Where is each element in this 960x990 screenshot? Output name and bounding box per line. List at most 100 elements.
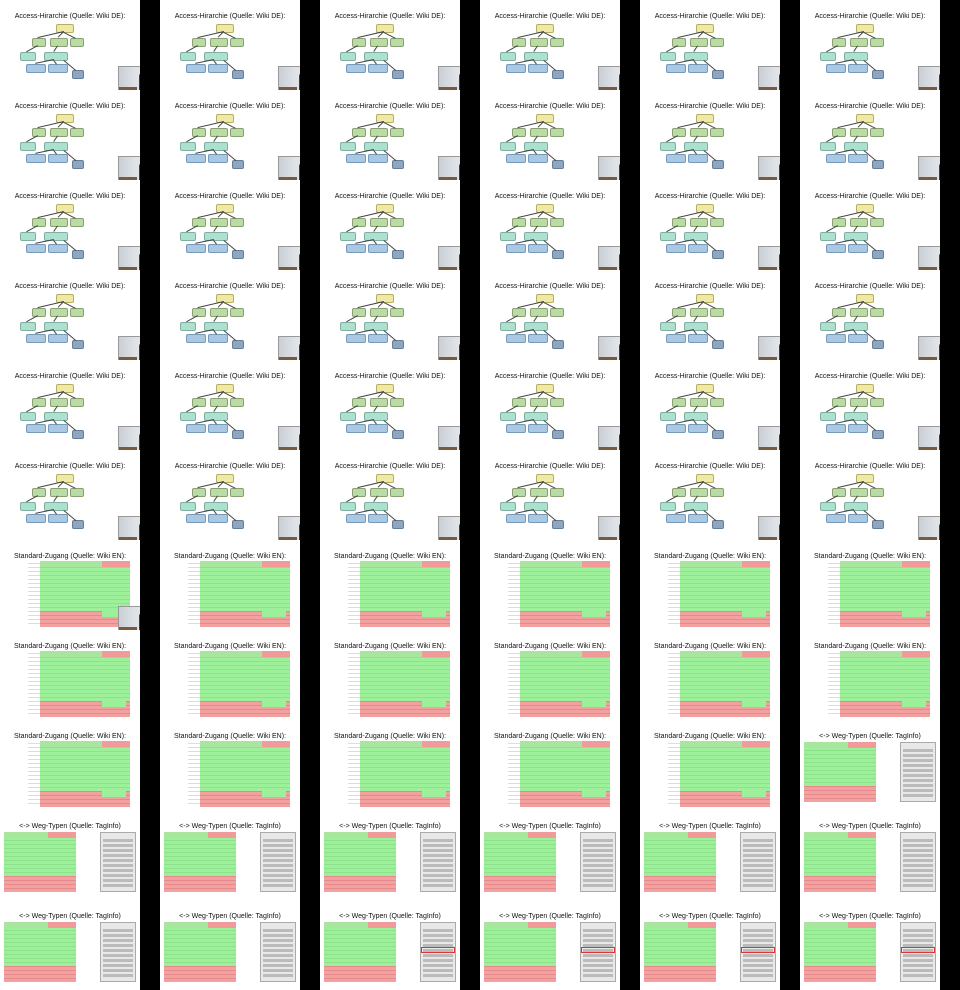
taginfo-row bbox=[263, 849, 293, 852]
slide-thumbnail[interactable]: Access-Hirarchie (Quelle: Wiki DE): bbox=[480, 360, 620, 450]
slide-title: Standard-Zugang (Quelle: Wiki EN): bbox=[653, 553, 767, 560]
speaker-webcam-inset bbox=[118, 66, 140, 90]
slide-thumbnail[interactable]: Access-Hirarchie (Quelle: Wiki DE): bbox=[480, 0, 620, 90]
default-access-table bbox=[188, 741, 290, 807]
slide-thumbnail[interactable]: Access-Hirarchie (Quelle: Wiki DE): bbox=[320, 0, 460, 90]
slide-thumbnail[interactable]: Access-Hirarchie (Quelle: Wiki DE): bbox=[800, 0, 940, 90]
slide-thumbnail[interactable]: Access-Hirarchie (Quelle: Wiki DE): bbox=[800, 360, 940, 450]
node-horse bbox=[340, 142, 356, 151]
slide-thumbnail[interactable]: Standard-Zugang (Quelle: Wiki EN): bbox=[0, 630, 140, 720]
taginfo-row bbox=[743, 934, 773, 937]
node-vehicle bbox=[690, 128, 708, 137]
slide-thumbnail[interactable]: Standard-Zugang (Quelle: Wiki EN): bbox=[320, 720, 460, 810]
slide-thumbnail[interactable]: Standard-Zugang (Quelle: Wiki EN): bbox=[0, 720, 140, 810]
slide-thumbnail[interactable]: Standard-Zugang (Quelle: Wiki EN): bbox=[640, 540, 780, 630]
slide-thumbnail[interactable]: Access-Hirarchie (Quelle: Wiki DE): bbox=[160, 180, 300, 270]
node-bicycle bbox=[390, 488, 404, 497]
slide-thumbnail[interactable]: Access-Hirarchie (Quelle: Wiki DE): bbox=[640, 270, 780, 360]
slide-thumbnail[interactable]: Access-Hirarchie (Quelle: Wiki DE): bbox=[640, 0, 780, 90]
slide-thumbnail[interactable]: Access-Hirarchie (Quelle: Wiki DE): bbox=[800, 450, 940, 540]
slide-title: Standard-Zugang (Quelle: Wiki EN): bbox=[333, 733, 447, 740]
default-access-table bbox=[828, 561, 930, 627]
slide-thumbnail[interactable]: Access-Hirarchie (Quelle: Wiki DE): bbox=[160, 0, 300, 90]
slide-thumbnail[interactable]: Access-Hirarchie (Quelle: Wiki DE): bbox=[320, 360, 460, 450]
default-access-table bbox=[804, 742, 876, 802]
slide-thumbnail[interactable]: <-> Weg-Typen (Quelle: TagInfo) bbox=[0, 810, 140, 900]
slide-thumbnail[interactable]: <-> Weg-Typen (Quelle: TagInfo) bbox=[320, 810, 460, 900]
node-bicycle bbox=[870, 308, 884, 317]
slide-thumbnail[interactable]: Access-Hirarchie (Quelle: Wiki DE): bbox=[160, 450, 300, 540]
node-hgv bbox=[392, 160, 404, 169]
speaker-webcam-inset bbox=[118, 426, 140, 450]
slide-thumbnail[interactable]: <-> Weg-Typen (Quelle: TagInfo) bbox=[800, 810, 940, 900]
slide-thumbnail[interactable]: Access-Hirarchie (Quelle: Wiki DE): bbox=[0, 90, 140, 180]
slide-thumbnail[interactable]: Standard-Zugang (Quelle: Wiki EN): bbox=[800, 630, 940, 720]
slide-thumbnail[interactable]: Access-Hirarchie (Quelle: Wiki DE): bbox=[640, 450, 780, 540]
slide-thumbnail[interactable]: Standard-Zugang (Quelle: Wiki EN): bbox=[160, 540, 300, 630]
slide-thumbnail[interactable]: Access-Hirarchie (Quelle: Wiki DE): bbox=[0, 0, 140, 90]
slide-thumbnail[interactable]: Standard-Zugang (Quelle: Wiki EN): bbox=[320, 630, 460, 720]
slide-thumbnail[interactable]: Standard-Zugang (Quelle: Wiki EN): bbox=[0, 540, 140, 630]
slide-thumbnail[interactable]: Standard-Zugang (Quelle: Wiki EN): bbox=[800, 540, 940, 630]
slide-thumbnail[interactable]: Access-Hirarchie (Quelle: Wiki DE): bbox=[640, 360, 780, 450]
slide-thumbnail[interactable]: Access-Hirarchie (Quelle: Wiki DE): bbox=[0, 450, 140, 540]
slide-thumbnail[interactable]: <-> Weg-Typen (Quelle: TagInfo) bbox=[640, 900, 780, 990]
slide-thumbnail[interactable]: <-> Weg-Typen (Quelle: TagInfo) bbox=[800, 720, 940, 810]
slide-thumbnail[interactable]: Standard-Zugang (Quelle: Wiki EN): bbox=[320, 540, 460, 630]
slide-thumbnail[interactable]: Access-Hirarchie (Quelle: Wiki DE): bbox=[0, 270, 140, 360]
slide-thumbnail[interactable]: Access-Hirarchie (Quelle: Wiki DE): bbox=[800, 270, 940, 360]
node-motorcycle bbox=[26, 424, 46, 433]
slide-thumbnail[interactable]: Access-Hirarchie (Quelle: Wiki DE): bbox=[320, 90, 460, 180]
slide-thumbnail[interactable]: Access-Hirarchie (Quelle: Wiki DE): bbox=[0, 180, 140, 270]
slide-thumbnail[interactable]: Access-Hirarchie (Quelle: Wiki DE): bbox=[480, 90, 620, 180]
denied-cells bbox=[164, 876, 236, 892]
allowed-cells bbox=[164, 928, 236, 966]
node-motorcycle bbox=[26, 334, 46, 343]
taginfo-row bbox=[903, 959, 933, 962]
slide-thumbnail[interactable]: <-> Weg-Typen (Quelle: TagInfo) bbox=[0, 900, 140, 990]
slide-thumbnail[interactable]: Standard-Zugang (Quelle: Wiki EN): bbox=[160, 720, 300, 810]
slide-thumbnail[interactable]: Access-Hirarchie (Quelle: Wiki DE): bbox=[480, 270, 620, 360]
slide-thumbnail[interactable]: Standard-Zugang (Quelle: Wiki EN): bbox=[480, 540, 620, 630]
node-hgv bbox=[872, 70, 884, 79]
node-hgv bbox=[872, 430, 884, 439]
taginfo-panel bbox=[420, 832, 456, 892]
speaker-figure bbox=[139, 73, 140, 90]
slide-thumbnail[interactable]: Access-Hirarchie (Quelle: Wiki DE): bbox=[160, 360, 300, 450]
slide-thumbnail[interactable]: <-> Weg-Typen (Quelle: TagInfo) bbox=[800, 900, 940, 990]
slide-thumbnail[interactable]: Access-Hirarchie (Quelle: Wiki DE): bbox=[640, 90, 780, 180]
slide-thumbnail[interactable]: Access-Hirarchie (Quelle: Wiki DE): bbox=[320, 180, 460, 270]
slide-thumbnail[interactable]: Access-Hirarchie (Quelle: Wiki DE): bbox=[0, 360, 140, 450]
slide-thumbnail[interactable]: Standard-Zugang (Quelle: Wiki EN): bbox=[480, 630, 620, 720]
slide-thumbnail[interactable]: Standard-Zugang (Quelle: Wiki EN): bbox=[640, 630, 780, 720]
node-motorcar bbox=[688, 424, 708, 433]
denied-cells bbox=[484, 966, 556, 982]
slide-thumbnail[interactable]: Standard-Zugang (Quelle: Wiki EN): bbox=[640, 720, 780, 810]
speaker-webcam-inset bbox=[598, 426, 620, 450]
slide-thumbnail[interactable]: Access-Hirarchie (Quelle: Wiki DE): bbox=[800, 180, 940, 270]
slide-title: <-> Weg-Typen (Quelle: TagInfo) bbox=[819, 733, 921, 740]
slide-thumbnail[interactable]: <-> Weg-Typen (Quelle: TagInfo) bbox=[480, 900, 620, 990]
node-motorcar bbox=[528, 244, 548, 253]
slide-thumbnail[interactable]: Standard-Zugang (Quelle: Wiki EN): bbox=[480, 720, 620, 810]
allowed-cells bbox=[644, 928, 716, 966]
slide-thumbnail[interactable]: <-> Weg-Typen (Quelle: TagInfo) bbox=[320, 900, 460, 990]
slide-thumbnail[interactable]: Access-Hirarchie (Quelle: Wiki DE): bbox=[160, 270, 300, 360]
slide-thumbnail[interactable]: Access-Hirarchie (Quelle: Wiki DE): bbox=[800, 90, 940, 180]
slide-thumbnail[interactable]: Access-Hirarchie (Quelle: Wiki DE): bbox=[320, 270, 460, 360]
slide-thumbnail[interactable]: Access-Hirarchie (Quelle: Wiki DE): bbox=[160, 90, 300, 180]
slide-thumbnail[interactable]: <-> Weg-Typen (Quelle: TagInfo) bbox=[160, 900, 300, 990]
slide-thumbnail[interactable]: Access-Hirarchie (Quelle: Wiki DE): bbox=[320, 450, 460, 540]
slide-thumbnail[interactable]: <-> Weg-Typen (Quelle: TagInfo) bbox=[160, 810, 300, 900]
slide-thumbnail[interactable]: <-> Weg-Typen (Quelle: TagInfo) bbox=[480, 810, 620, 900]
slide-thumbnail[interactable]: Access-Hirarchie (Quelle: Wiki DE): bbox=[640, 180, 780, 270]
slide-thumbnail[interactable]: Access-Hirarchie (Quelle: Wiki DE): bbox=[480, 450, 620, 540]
taginfo-panel bbox=[100, 832, 136, 892]
speaker-webcam-inset bbox=[918, 246, 940, 270]
node-motorcycle bbox=[666, 334, 686, 343]
slide-thumbnail[interactable]: <-> Weg-Typen (Quelle: TagInfo) bbox=[640, 810, 780, 900]
slide-thumbnail[interactable]: Access-Hirarchie (Quelle: Wiki DE): bbox=[480, 180, 620, 270]
slide-thumbnail[interactable]: Standard-Zugang (Quelle: Wiki EN): bbox=[160, 630, 300, 720]
node-horse bbox=[20, 232, 36, 241]
taginfo-row bbox=[423, 879, 453, 882]
